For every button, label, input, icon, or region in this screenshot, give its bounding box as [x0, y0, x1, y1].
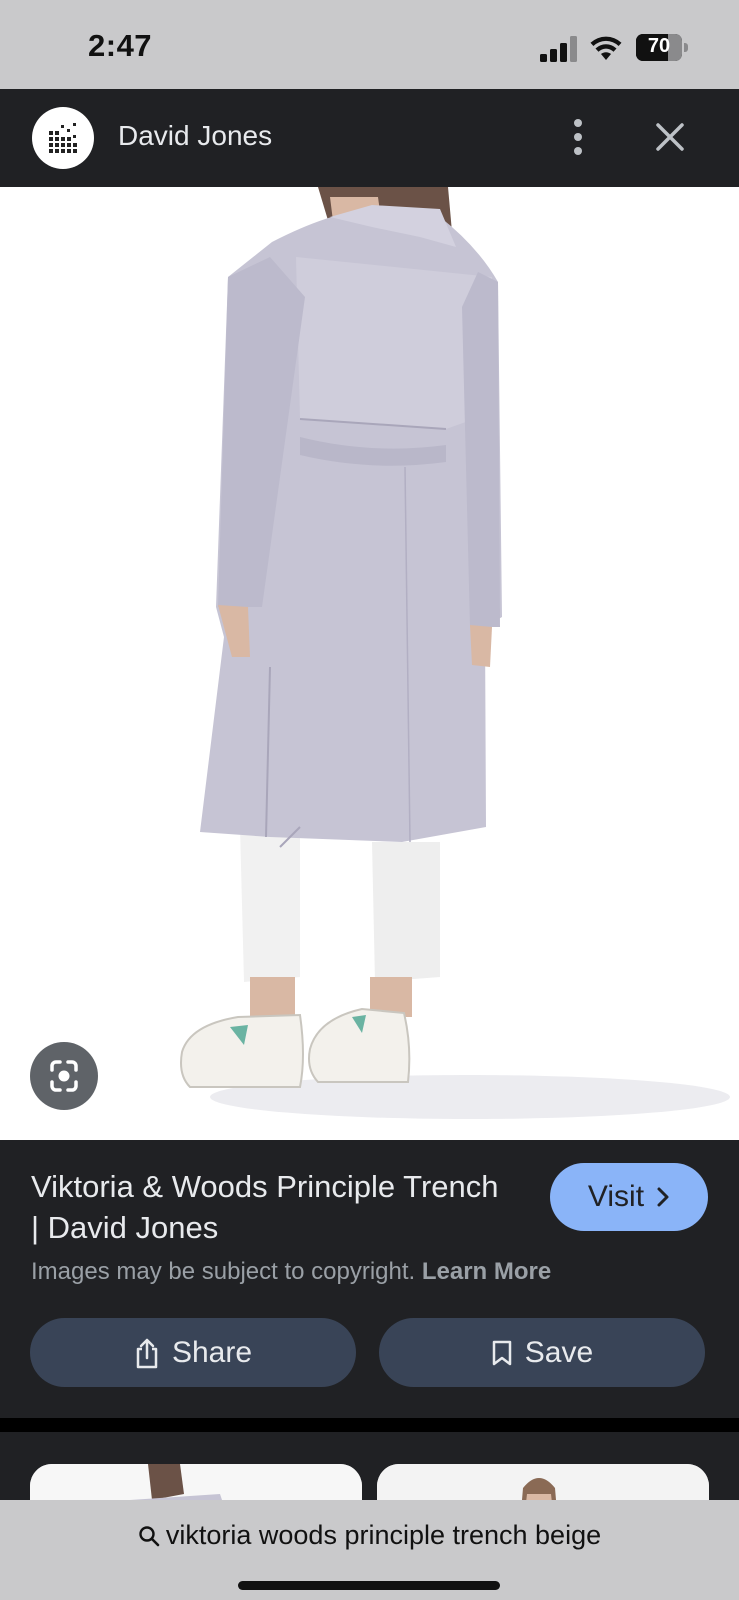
status-bar: 2:47 70 [0, 0, 739, 89]
wifi-icon [590, 36, 622, 60]
related-results [0, 1432, 739, 1500]
visit-button-label: Visit [587, 1180, 645, 1213]
share-icon [136, 1338, 158, 1368]
related-result-thumbnail[interactable] [30, 1464, 362, 1500]
battery-icon: 70 [636, 34, 688, 61]
viewer-header: David Jones [0, 89, 739, 187]
save-button[interactable]: Save [379, 1318, 705, 1387]
search-query-text: viktoria woods principle trench beige [165, 1520, 602, 1550]
bottom-search-bar[interactable]: viktoria woods principle trench beige [0, 1500, 739, 1600]
result-title[interactable]: Viktoria & Woods Principle Trench | Davi… [31, 1166, 501, 1248]
close-icon[interactable] [650, 117, 690, 157]
share-button-label: Share [171, 1335, 253, 1369]
home-indicator[interactable] [238, 1581, 500, 1590]
search-icon [139, 1525, 160, 1546]
visit-button[interactable]: Visit [550, 1163, 708, 1231]
product-photo[interactable] [0, 187, 739, 1140]
google-lens-button[interactable] [30, 1042, 98, 1110]
save-button-label: Save [524, 1335, 594, 1369]
section-divider [0, 1418, 739, 1432]
product-image-area [0, 187, 739, 1140]
share-button[interactable]: Share [30, 1318, 356, 1387]
result-info-panel: Viktoria & Woods Principle Trench | Davi… [0, 1140, 739, 1418]
related-result-thumbnail[interactable] [377, 1464, 709, 1500]
copyright-notice: Images may be subject to copyright. Lear… [31, 1258, 551, 1286]
site-name[interactable]: David Jones [118, 120, 272, 152]
learn-more-link[interactable]: Learn More [422, 1258, 551, 1285]
david-jones-logo-icon[interactable] [32, 107, 94, 169]
cellular-signal-icon [540, 36, 577, 62]
battery-percent: 70 [647, 35, 671, 57]
copyright-text: Images may be subject to copyright. [31, 1258, 416, 1285]
more-vert-icon[interactable] [560, 113, 596, 161]
google-lens-icon [50, 1060, 78, 1092]
status-time: 2:47 [88, 28, 153, 63]
chevron-right-icon [657, 1187, 669, 1207]
search-query-display[interactable]: viktoria woods principle trench beige [0, 1520, 739, 1551]
bookmark-icon [492, 1340, 512, 1365]
